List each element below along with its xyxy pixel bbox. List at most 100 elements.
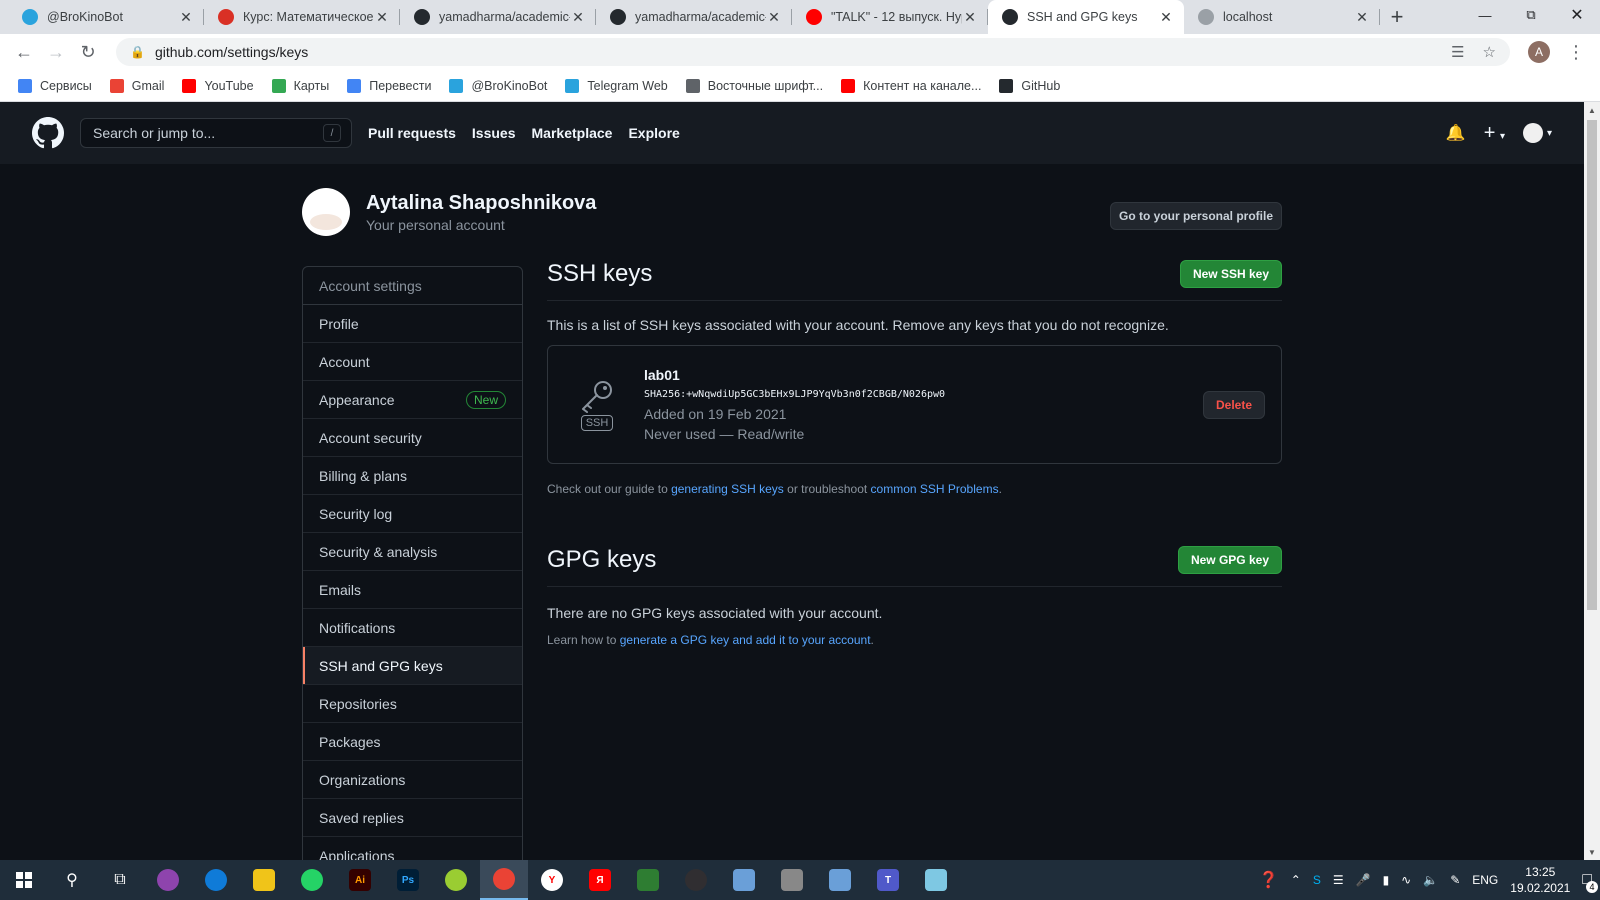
browser-tab[interactable]: Курс: Математическое мо ✕ xyxy=(204,0,400,34)
page-scrollbar[interactable]: ▲ ▼ xyxy=(1584,102,1600,860)
reload-icon[interactable]: ↻ xyxy=(72,36,104,68)
bookmark-item[interactable]: Контент на канале... xyxy=(833,78,989,93)
new-tab-button[interactable]: + xyxy=(1380,0,1414,34)
notepad-icon[interactable] xyxy=(912,860,960,900)
git-icon[interactable] xyxy=(720,860,768,900)
user-menu-dropdown[interactable]: ▾ xyxy=(1522,123,1552,143)
sidebar-item-profile[interactable]: Profile xyxy=(303,305,522,343)
bookmark-item[interactable]: @BroKinoBot xyxy=(441,78,555,93)
bookmark-item[interactable]: GitHub xyxy=(991,78,1068,93)
alice-icon[interactable] xyxy=(144,860,192,900)
bookmark-item[interactable]: Перевести xyxy=(339,78,439,93)
sidebar-item-packages[interactable]: Packages xyxy=(303,723,522,761)
notifications-center-icon[interactable]: □ 4 xyxy=(1582,871,1598,893)
close-tab-icon[interactable]: ✕ xyxy=(178,9,194,26)
forward-arrow-icon[interactable]: → xyxy=(40,36,72,68)
close-tab-icon[interactable]: ✕ xyxy=(1354,9,1370,26)
profile-avatar[interactable] xyxy=(302,188,350,236)
language-indicator[interactable]: ENG xyxy=(1472,873,1498,887)
go-to-profile-button[interactable]: Go to your personal profile xyxy=(1110,202,1282,230)
sidebar-item-security-log[interactable]: Security log xyxy=(303,495,522,533)
browser-profile-avatar[interactable]: A xyxy=(1528,41,1550,63)
bookmark-item[interactable]: Карты xyxy=(264,78,338,93)
task-view-icon[interactable]: ⧉ xyxy=(96,860,144,900)
git-icon[interactable] xyxy=(816,860,864,900)
delete-key-button[interactable]: Delete xyxy=(1203,390,1265,419)
github-search-input[interactable]: Search or jump to... / xyxy=(80,118,352,148)
search-icon[interactable]: ⚲ xyxy=(48,860,96,900)
close-window-button[interactable]: ✕ xyxy=(1554,0,1600,30)
bookmark-star-icon[interactable]: ☆ xyxy=(1483,43,1496,61)
photoshop-icon[interactable]: Ps xyxy=(384,860,432,900)
browser-tab[interactable]: @BroKinoBot ✕ xyxy=(8,0,204,34)
back-arrow-icon[interactable]: ← xyxy=(8,36,40,68)
whatsapp-icon[interactable] xyxy=(288,860,336,900)
windows-start-icon[interactable] xyxy=(0,860,48,900)
sidebar-item-account-security[interactable]: Account security xyxy=(303,419,522,457)
nav-issues[interactable]: Issues xyxy=(472,125,516,141)
common-ssh-problems-link[interactable]: common SSH Problems xyxy=(871,482,999,496)
bookmark-item[interactable]: Gmail xyxy=(102,78,173,93)
new-ssh-key-button[interactable]: New SSH key xyxy=(1179,260,1282,288)
sidebar-item-ssh-and-gpg-keys[interactable]: SSH and GPG keys xyxy=(303,647,522,685)
sidebar-item-account[interactable]: Account xyxy=(303,343,522,381)
browser-tab[interactable]: localhost ✕ xyxy=(1184,0,1380,34)
close-tab-icon[interactable]: ✕ xyxy=(962,9,978,26)
sidebar-item-applications[interactable]: Applications xyxy=(303,837,522,861)
battery-icon[interactable]: ▮ xyxy=(1383,873,1390,887)
browser-tab[interactable]: SSH and GPG keys ✕ xyxy=(988,0,1184,34)
network-icon[interactable]: ☰ xyxy=(1333,873,1344,887)
file-explorer-icon[interactable] xyxy=(240,860,288,900)
browser-tab[interactable]: yamadharma/academic-p ✕ xyxy=(596,0,792,34)
volume-icon[interactable]: 🔈 xyxy=(1423,873,1438,887)
skype-icon[interactable]: S xyxy=(1313,873,1321,887)
tray-expand-icon[interactable]: ⌃ xyxy=(1291,873,1301,887)
microphone-icon[interactable]: 🎤 xyxy=(1356,873,1371,887)
edge-icon[interactable] xyxy=(192,860,240,900)
create-new-dropdown[interactable]: + ▾ xyxy=(1484,122,1505,145)
scrollbar-thumb[interactable] xyxy=(1587,120,1597,610)
sidebar-item-saved-replies[interactable]: Saved replies xyxy=(303,799,522,837)
illustrator-icon[interactable]: Ai xyxy=(336,860,384,900)
clock[interactable]: 13:25 19.02.2021 xyxy=(1510,864,1570,896)
scroll-up-arrow-icon[interactable]: ▲ xyxy=(1584,102,1600,118)
sidebar-item-repositories[interactable]: Repositories xyxy=(303,685,522,723)
yandex-icon[interactable]: Я xyxy=(576,860,624,900)
address-bar[interactable]: 🔒 github.com/settings/keys ☰ ☆ xyxy=(116,38,1510,66)
sidebar-item-emails[interactable]: Emails xyxy=(303,571,522,609)
yandex-browser-icon[interactable]: Y xyxy=(528,860,576,900)
notifications-bell-icon[interactable]: 🔔 xyxy=(1446,123,1466,143)
close-tab-icon[interactable]: ✕ xyxy=(570,9,586,26)
generating-ssh-keys-link[interactable]: generating SSH keys xyxy=(671,482,784,496)
game-icon[interactable] xyxy=(624,860,672,900)
sidebar-item-organizations[interactable]: Organizations xyxy=(303,761,522,799)
restore-button[interactable]: ⧉ xyxy=(1508,0,1554,30)
translate-icon[interactable]: ☰ xyxy=(1451,43,1464,61)
new-gpg-key-button[interactable]: New GPG key xyxy=(1177,546,1282,574)
nav-marketplace[interactable]: Marketplace xyxy=(532,125,613,141)
bookmark-item[interactable]: YouTube xyxy=(174,78,261,93)
bookmark-item[interactable]: Telegram Web xyxy=(557,78,675,93)
bookmark-item[interactable]: Восточные шрифт... xyxy=(678,78,831,93)
teams-icon[interactable]: T xyxy=(864,860,912,900)
pen-icon[interactable]: ✎ xyxy=(1450,873,1460,887)
printer-icon[interactable] xyxy=(768,860,816,900)
sidebar-item-appearance[interactable]: Appearance New xyxy=(303,381,522,419)
nav-explore[interactable]: Explore xyxy=(628,125,679,141)
nav-pull-requests[interactable]: Pull requests xyxy=(368,125,456,141)
close-tab-icon[interactable]: ✕ xyxy=(766,9,782,26)
sidebar-item-notifications[interactable]: Notifications xyxy=(303,609,522,647)
browser-menu-icon[interactable]: ⋮ xyxy=(1560,36,1592,68)
tennis-ball-icon[interactable] xyxy=(432,860,480,900)
browser-tab[interactable]: yamadharma/academic-la ✕ xyxy=(400,0,596,34)
wifi-icon[interactable]: ∿ xyxy=(1401,873,1411,887)
help-icon[interactable]: ❓ xyxy=(1259,870,1279,890)
chrome-icon[interactable] xyxy=(480,860,528,900)
profile-name[interactable]: Aytalina Shaposhnikova xyxy=(366,192,596,215)
generate-gpg-key-link[interactable]: generate a GPG key and add it to your ac… xyxy=(620,633,871,647)
github-logo-icon[interactable] xyxy=(32,117,64,149)
bookmark-item[interactable]: Сервисы xyxy=(10,78,100,93)
sidebar-item-security-analysis[interactable]: Security & analysis xyxy=(303,533,522,571)
sidebar-item-billing-plans[interactable]: Billing & plans xyxy=(303,457,522,495)
scroll-down-arrow-icon[interactable]: ▼ xyxy=(1584,844,1600,860)
